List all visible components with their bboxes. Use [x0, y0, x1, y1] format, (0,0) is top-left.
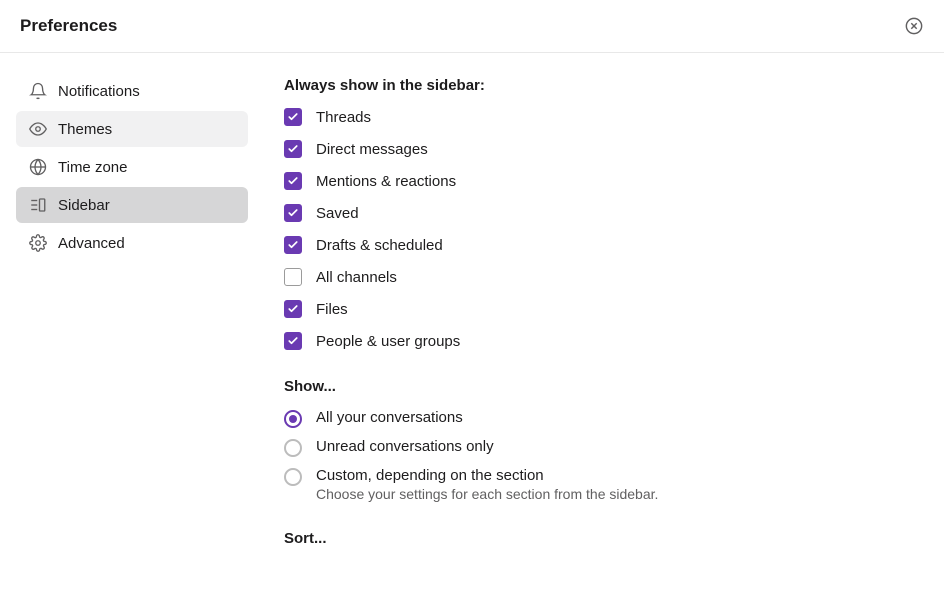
checkbox-icon: [284, 236, 302, 254]
gear-icon: [28, 233, 48, 253]
nav-label: Advanced: [58, 235, 125, 252]
checkbox-mentions-reactions[interactable]: Mentions & reactions: [284, 172, 916, 190]
checkbox-label: Direct messages: [316, 141, 428, 158]
nav-item-notifications[interactable]: Notifications: [16, 73, 248, 109]
radio-unread-only[interactable]: Unread conversations only: [284, 438, 916, 457]
modal-header: Preferences: [0, 0, 944, 53]
checkbox-icon: [284, 268, 302, 286]
checkbox-icon: [284, 172, 302, 190]
checkbox-files[interactable]: Files: [284, 300, 916, 318]
radio-description: Choose your settings for each section fr…: [316, 486, 658, 502]
close-button[interactable]: [904, 16, 924, 36]
radio-icon: [284, 439, 302, 457]
radio-label: Custom, depending on the section: [316, 467, 658, 484]
sidebar-icon: [28, 195, 48, 215]
preferences-nav: Notifications Themes Time zone Sidebar A…: [0, 53, 256, 597]
sort-heading: Sort...: [284, 530, 916, 547]
checkbox-icon: [284, 204, 302, 222]
checkbox-label: People & user groups: [316, 333, 460, 350]
globe-icon: [28, 157, 48, 177]
always-show-heading: Always show in the sidebar:: [284, 77, 916, 94]
nav-label: Time zone: [58, 159, 127, 176]
checkbox-direct-messages[interactable]: Direct messages: [284, 140, 916, 158]
radio-label: All your conversations: [316, 409, 463, 426]
modal-title: Preferences: [20, 16, 117, 36]
checkbox-all-channels[interactable]: All channels: [284, 268, 916, 286]
checkbox-people-user-groups[interactable]: People & user groups: [284, 332, 916, 350]
checkbox-label: Drafts & scheduled: [316, 237, 443, 254]
nav-label: Sidebar: [58, 197, 110, 214]
checkbox-drafts-scheduled[interactable]: Drafts & scheduled: [284, 236, 916, 254]
close-icon: [905, 17, 923, 35]
checkbox-label: Threads: [316, 109, 371, 126]
checkbox-label: All channels: [316, 269, 397, 286]
radio-icon: [284, 468, 302, 486]
checkbox-saved[interactable]: Saved: [284, 204, 916, 222]
checkbox-label: Mentions & reactions: [316, 173, 456, 190]
checkbox-label: Saved: [316, 205, 359, 222]
checkbox-icon: [284, 300, 302, 318]
radio-icon: [284, 410, 302, 428]
nav-item-themes[interactable]: Themes: [16, 111, 248, 147]
checkbox-threads[interactable]: Threads: [284, 108, 916, 126]
checkbox-icon: [284, 108, 302, 126]
modal-body: Notifications Themes Time zone Sidebar A…: [0, 53, 944, 597]
eye-icon: [28, 119, 48, 139]
checkbox-icon: [284, 332, 302, 350]
radio-custom-section[interactable]: Custom, depending on the section Choose …: [284, 467, 916, 502]
bell-icon: [28, 81, 48, 101]
checkbox-icon: [284, 140, 302, 158]
nav-item-advanced[interactable]: Advanced: [16, 225, 248, 261]
nav-label: Notifications: [58, 83, 140, 100]
nav-label: Themes: [58, 121, 112, 138]
show-heading: Show...: [284, 378, 916, 395]
nav-item-sidebar[interactable]: Sidebar: [16, 187, 248, 223]
nav-item-timezone[interactable]: Time zone: [16, 149, 248, 185]
checkbox-label: Files: [316, 301, 348, 318]
preferences-content: Always show in the sidebar: Threads Dire…: [256, 53, 944, 597]
radio-label: Unread conversations only: [316, 438, 494, 455]
radio-all-conversations[interactable]: All your conversations: [284, 409, 916, 428]
